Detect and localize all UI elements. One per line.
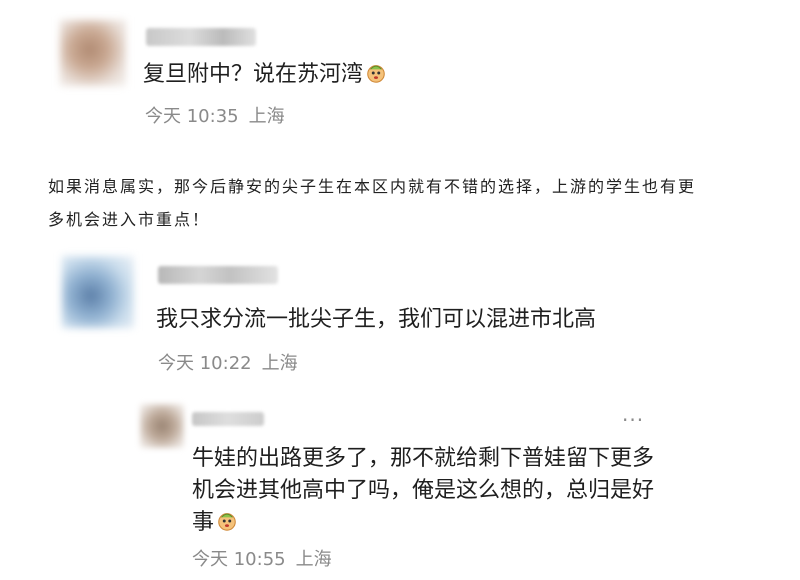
username-blurred[interactable] bbox=[146, 28, 256, 46]
ghost-face-emoji-icon bbox=[367, 65, 385, 83]
comment-text: 我只求分流一批尖子生，我们可以混进市北高 bbox=[156, 307, 597, 332]
comment-line: 牛娃的出路更多了，那不就给剩下普娃留下更多 bbox=[192, 446, 655, 471]
comment-location: 上海 bbox=[248, 106, 285, 127]
comment-text: 牛娃的出路更多了，那不就给剩下普娃留下更多 机会进其他高中了吗，俺是这么想的，总… bbox=[192, 443, 654, 539]
more-options-icon[interactable]: ··· bbox=[622, 408, 644, 432]
post-line: 多机会进入市重点！ bbox=[48, 210, 211, 229]
comment-time: 今天 10:22 bbox=[158, 353, 252, 374]
post-line: 如果消息属实，那今后静安的尖子生在本区内就有不错的选择，上游的学生也有更 bbox=[48, 177, 697, 196]
username-blurred[interactable] bbox=[158, 266, 278, 284]
comment-time: 今天 10:55 bbox=[192, 549, 286, 570]
post-body: 如果消息属实，那今后静安的尖子生在本区内就有不错的选择，上游的学生也有更 多机会… bbox=[48, 170, 748, 236]
comment-line: 机会进其他高中了吗，俺是这么想的，总归是好 bbox=[192, 478, 655, 503]
comment-meta: 今天 10:55 上海 bbox=[192, 545, 342, 571]
ghost-face-emoji-icon bbox=[218, 513, 236, 531]
avatar[interactable] bbox=[62, 256, 134, 328]
comment-line: 事 bbox=[192, 507, 654, 539]
comment-location: 上海 bbox=[261, 353, 298, 374]
comment-meta: 今天 10:22 上海 bbox=[158, 349, 308, 375]
username-blurred[interactable] bbox=[192, 412, 264, 426]
avatar[interactable] bbox=[60, 20, 126, 86]
comment-location: 上海 bbox=[295, 549, 332, 570]
avatar[interactable] bbox=[140, 404, 184, 448]
comment-meta: 今天 10:35 上海 bbox=[145, 102, 295, 128]
comment-text: 复旦附中？说在苏河湾 bbox=[143, 59, 387, 91]
comment-time: 今天 10:35 bbox=[145, 106, 239, 127]
